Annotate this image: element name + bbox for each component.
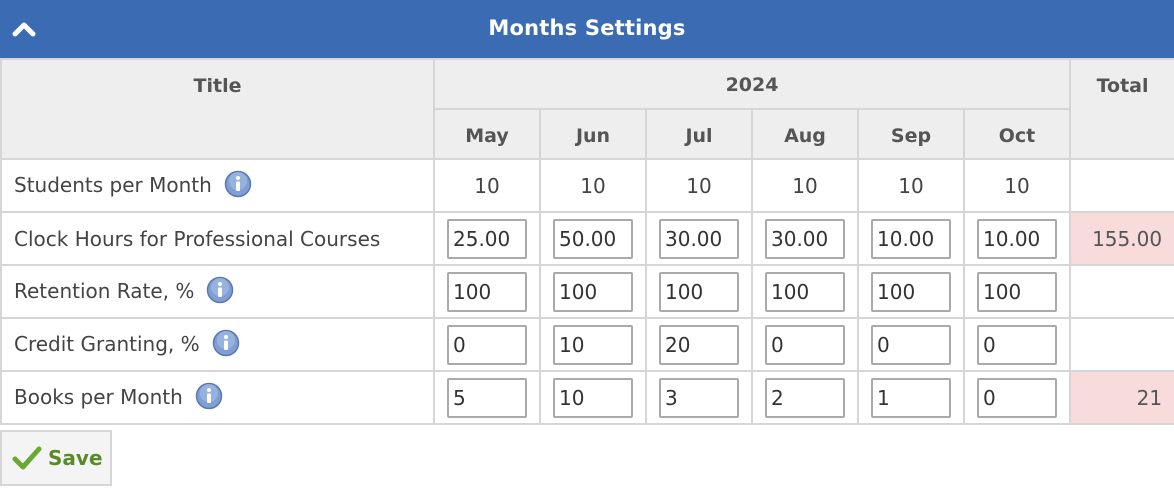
month-value-input[interactable] [553,271,633,312]
value-cell [645,211,753,266]
save-button-label: Save [48,446,103,470]
info-icon[interactable] [195,382,223,410]
info-icon[interactable] [206,276,234,304]
value-cell [645,264,753,319]
month-value-input[interactable] [659,324,739,365]
row-label: Retention Rate, % [14,278,195,303]
month-value: 10 [751,158,859,213]
value-cell [857,211,965,266]
table-row: Credit Granting, % [0,317,1174,372]
value-cell [857,264,965,319]
column-header-total: Total [1069,58,1174,160]
year-header: 2024 [432,58,1072,110]
row-total [1069,158,1174,213]
month-value: 10 [539,158,647,213]
value-cell [751,317,859,372]
row-label: Students per Month [14,172,212,197]
month-value-input[interactable] [977,377,1058,418]
row-total [1069,317,1174,372]
month-header-aug: Aug [751,108,859,160]
month-value-input[interactable] [977,218,1058,259]
month-header-sep: Sep [857,108,965,160]
month-value-input[interactable] [871,324,951,365]
value-cell [433,370,541,425]
table-row: Retention Rate, % [0,264,1174,319]
month-value: 10 [857,158,965,213]
column-header-title: Title [0,58,435,160]
value-cell [962,370,1072,425]
row-total: 21 [1069,370,1174,425]
table-row: Students per Month 10 10 10 10 10 10 [0,158,1174,213]
row-label-cell: Books per Month [0,370,435,425]
panel-header: Months Settings [0,0,1174,58]
value-cell [433,211,541,266]
month-value-input[interactable] [871,271,951,312]
value-cell [857,370,965,425]
value-cell [433,317,541,372]
value-cell [539,317,647,372]
panel-title: Months Settings [488,16,686,40]
value-cell [857,317,965,372]
month-value-input[interactable] [765,218,845,259]
months-settings-table: Title 2024 Total May Jun Jul Aug Sep Oct Stud… [0,58,1174,425]
value-cell [751,211,859,266]
table-row: Clock Hours for Professional Courses 155.… [0,211,1174,266]
month-value-input[interactable] [447,324,527,365]
month-value-input[interactable] [871,218,951,259]
row-label-cell: Students per Month [0,158,435,213]
value-cell [751,264,859,319]
value-cell [751,370,859,425]
value-cell [539,211,647,266]
month-value-input[interactable] [659,271,739,312]
month-value-input[interactable] [447,271,527,312]
month-value: 10 [645,158,753,213]
month-value-input[interactable] [765,271,845,312]
info-icon[interactable] [212,329,240,357]
month-value-input[interactable] [765,377,845,418]
row-label-cell: Clock Hours for Professional Courses [0,211,435,266]
row-label: Credit Granting, % [14,331,200,356]
month-value-input[interactable] [553,324,633,365]
month-value-input[interactable] [447,377,527,418]
month-value-input[interactable] [977,324,1058,365]
month-value-input[interactable] [659,218,739,259]
table-row: Books per Month 21 [0,370,1174,425]
value-cell [433,264,541,319]
month-value: 10 [962,158,1072,213]
value-cell [539,264,647,319]
row-label-cell: Retention Rate, % [0,264,435,319]
value-cell [645,317,753,372]
value-cell [539,370,647,425]
month-header-may: May [433,108,541,160]
month-header-jul: Jul [645,108,753,160]
row-label: Clock Hours for Professional Courses [14,226,381,251]
month-header-jun: Jun [539,108,647,160]
month-value-input[interactable] [871,377,951,418]
month-value-input[interactable] [977,271,1058,312]
row-total [1069,264,1174,319]
value-cell [962,264,1072,319]
value-cell [962,211,1072,266]
row-label-cell: Credit Granting, % [0,317,435,372]
save-button[interactable]: Save [0,430,112,486]
month-value-input[interactable] [553,218,633,259]
month-value-input[interactable] [553,377,633,418]
month-value-input[interactable] [765,324,845,365]
value-cell [645,370,753,425]
checkmark-icon [12,446,42,470]
value-cell [962,317,1072,372]
row-total: 155.00 [1069,211,1174,266]
month-value-input[interactable] [447,218,527,259]
month-value: 10 [433,158,541,213]
month-header-oct: Oct [962,108,1072,160]
month-value-input[interactable] [659,377,739,418]
info-icon[interactable] [224,170,252,198]
row-label: Books per Month [14,384,183,409]
